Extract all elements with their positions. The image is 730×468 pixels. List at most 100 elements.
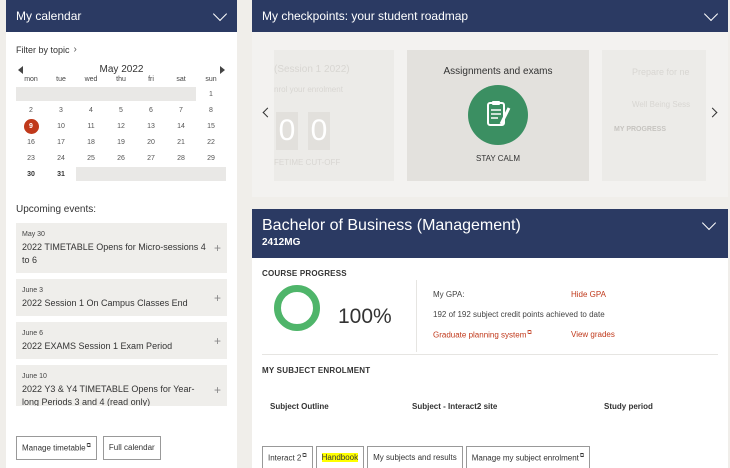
countdown-digit: 0 [276,112,298,150]
calendar-day[interactable]: 31 [46,166,76,182]
filter-label: Filter by topic [16,44,70,55]
my-subjects-results-button[interactable]: My subjects and results [367,446,463,468]
calendar-day[interactable]: 28 [166,150,196,166]
chevron-down-icon[interactable] [703,6,719,21]
calendar-day[interactable]: 25 [76,150,106,166]
event-item[interactable]: June 3 2022 Session 1 On Campus Classes E… [16,279,227,316]
filter-by-topic[interactable]: Filter by topic › [6,32,237,55]
calendar-day[interactable]: 18 [76,134,106,150]
carousel-next-icon[interactable] [707,107,718,118]
month-navigation: May 2022 [6,55,237,75]
calendar-day[interactable]: 10 [46,118,76,134]
calendar-day[interactable]: 20 [136,134,166,150]
empty-day [46,87,76,101]
divider [262,354,718,355]
checkpoint-carousel: (Session 1 2022) nrol your enrolment 0 0… [252,32,728,197]
calendar-day[interactable]: 22 [196,134,226,150]
hide-gpa-link[interactable]: Hide GPA [571,290,606,299]
checkpoint-card-current[interactable]: Assignments and exams STAY CALM [407,50,589,181]
weekday-label: sun [205,76,217,83]
empty-day [106,87,136,101]
calendar-day[interactable]: 26 [106,150,136,166]
calendar-day[interactable]: 6 [136,102,166,118]
calendar-day[interactable]: 23 [16,150,46,166]
chevron-right-icon: › [73,44,77,55]
degree-name: Bachelor of Business (Management) [262,217,521,234]
calendar-day[interactable]: 21 [166,134,196,150]
gpa-label: My GPA: [433,290,465,299]
calendar-day[interactable]: 13 [136,118,166,134]
calendar-day[interactable]: 15 [196,118,226,134]
calendar-day[interactable]: 29 [196,150,226,166]
expand-plus-icon[interactable]: + [214,383,221,397]
event-item[interactable]: June 6 2022 EXAMS Session 1 Exam Period + [16,322,227,359]
event-item[interactable]: May 30 2022 TIMETABLE Opens for Micro-ses… [16,223,227,273]
calendar-day[interactable]: 17 [46,134,76,150]
empty-day [76,167,106,181]
handbook-button[interactable]: Handbook [315,446,365,468]
course-progress-title: COURSE PROGRESS [262,269,347,278]
weekday-label: sat [176,76,186,83]
view-grades-link[interactable]: View grades [571,330,615,339]
interact2-button[interactable]: Interact 2⧉ [262,446,313,468]
checkpoints-header[interactable]: My checkpoints: your student roadmap [252,0,728,32]
manage-enrolment-button[interactable]: Manage my subject enrolment⧉ [465,446,591,468]
empty-day [76,87,106,101]
event-date: June 6 [22,330,44,337]
calendar-day[interactable]: 19 [106,134,136,150]
month-label: May 2022 [99,64,144,75]
expand-plus-icon[interactable]: + [214,334,221,348]
event-item[interactable]: June 10 2022 Y3 & Y4 TIMETABLE Opens for … [16,365,227,406]
empty-day [136,167,166,181]
column-header: Subject - Interact2 site [412,402,498,411]
expand-plus-icon[interactable]: + [214,241,221,255]
chevron-down-icon[interactable] [212,6,228,21]
degree-code: 2412MG [262,237,301,248]
external-link-icon: ⧉ [527,330,532,336]
empty-day [196,167,226,181]
next-month-icon[interactable] [219,65,225,74]
external-link-icon: ⧉ [579,453,585,459]
calendar-day[interactable]: 2 [16,102,46,118]
calendar-day[interactable]: 11 [76,118,106,134]
calendar-day[interactable]: 12 [106,118,136,134]
card-title: (Session 1 2022) [274,64,350,75]
event-title: 2022 Session 1 On Campus Classes End [22,298,188,308]
clipboard-pen-icon [468,85,528,145]
external-link-icon: ⧉ [86,443,91,449]
calendar-day[interactable]: 4 [76,102,106,118]
manage-timetable-button[interactable]: Manage timetable⧉ [16,436,97,460]
calendar-day[interactable]: 27 [136,150,166,166]
events-list: May 30 2022 TIMETABLE Opens for Micro-ses… [6,223,237,406]
calendar-day[interactable]: 9 [16,118,46,134]
checkpoint-card-next[interactable]: Prepare for ne Well Being Sess MY PROGRE… [602,50,706,181]
carousel-prev-icon[interactable] [262,107,273,118]
calendar-day[interactable]: 3 [46,102,76,118]
calendar-day[interactable]: 7 [166,102,196,118]
event-date: June 3 [22,287,44,294]
weekday-label: mon [24,76,38,83]
calendar-header[interactable]: My calendar [6,0,237,32]
weekday-label: thu [116,76,126,83]
calendar-day[interactable]: 1 [196,86,226,102]
full-calendar-button[interactable]: Full calendar [102,436,161,460]
countdown-digit: 0 [308,112,330,150]
card-footer: MY PROGRESS [614,126,666,133]
prev-month-icon[interactable] [18,65,23,74]
calendar-day[interactable]: 30 [16,166,46,182]
calendar-day[interactable]: 14 [166,118,196,134]
expand-plus-icon[interactable]: + [214,291,221,305]
checkpoints-panel: My checkpoints: your student roadmap (Se… [252,0,728,197]
calendar-title: My calendar [16,9,82,23]
calendar-day[interactable]: 16 [16,134,46,150]
calendar-day[interactable]: 5 [106,102,136,118]
checkpoint-card-previous[interactable]: (Session 1 2022) nrol your enrolment 0 0… [274,50,394,181]
card-title: Prepare for ne [632,67,690,77]
column-header: Study period [604,402,653,411]
graduate-planning-link[interactable]: Graduate planning system⧉ [433,330,532,340]
calendar-day[interactable]: 8 [196,102,226,118]
degree-header[interactable]: Bachelor of Business (Management) 2412MG [252,209,728,258]
card-subtitle: Well Being Sess [632,100,691,109]
empty-day [166,167,196,181]
calendar-day[interactable]: 24 [46,150,76,166]
